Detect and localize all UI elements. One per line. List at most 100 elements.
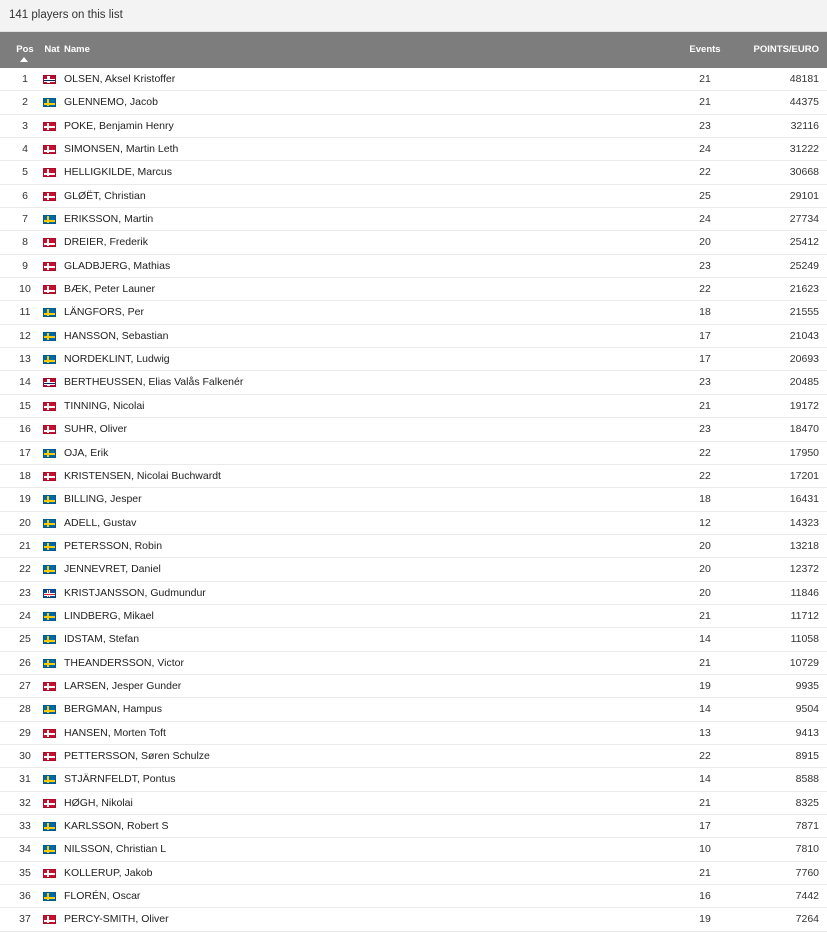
- row-player-name[interactable]: DREIER, Frederik: [64, 231, 148, 254]
- table-header: Pos Nat Name Events POINTS/EURO: [0, 32, 827, 68]
- row-player-name[interactable]: HELLIGKILDE, Marcus: [64, 161, 172, 184]
- row-player-name[interactable]: SUHR, Oliver: [64, 418, 127, 441]
- table-row[interactable]: 5 HELLIGKILDE, Marcus 22 30668: [0, 161, 827, 185]
- row-player-name[interactable]: JENNEVRET, Daniel: [64, 558, 161, 581]
- table-row[interactable]: 36 FLORÉN, Oscar 16 7442: [0, 885, 827, 909]
- table-row[interactable]: 30 PETTERSSON, Søren Schulze 22 8915: [0, 745, 827, 769]
- row-player-name[interactable]: BERGMAN, Hampus: [64, 698, 162, 721]
- row-player-name[interactable]: GLADBJERG, Mathias: [64, 255, 170, 278]
- norway-flag-icon: [43, 378, 56, 388]
- table-row[interactable]: 6 GLØËT, Christian 25 29101: [0, 185, 827, 209]
- table-row[interactable]: 9 GLADBJERG, Mathias 23 25249: [0, 255, 827, 279]
- table-row[interactable]: 7 ERIKSSON, Martin 24 27734: [0, 208, 827, 232]
- row-player-name[interactable]: LARSEN, Jesper Gunder: [64, 675, 181, 698]
- row-player-name[interactable]: OJA, Erik: [64, 442, 108, 465]
- row-points: 7871: [795, 820, 819, 832]
- row-player-name[interactable]: TINNING, Nicolai: [64, 395, 145, 418]
- table-row[interactable]: 22 JENNEVRET, Daniel 20 12372: [0, 558, 827, 582]
- sweden-flag-icon: [43, 541, 56, 551]
- row-events: 25: [699, 189, 711, 202]
- row-player-name[interactable]: ADELL, Gustav: [64, 512, 136, 535]
- row-player-name[interactable]: NILSSON, Christian L: [64, 838, 166, 861]
- row-player-name[interactable]: KRISTENSEN, Nicolai Buchwardt: [64, 465, 221, 488]
- row-player-name[interactable]: OLSEN, Aksel Kristoffer: [64, 68, 175, 91]
- column-header-nat[interactable]: Nat: [40, 32, 64, 68]
- table-row[interactable]: 18 KRISTENSEN, Nicolai Buchwardt 22 17201: [0, 465, 827, 489]
- table-row[interactable]: 35 KOLLERUP, Jakob 21 7760: [0, 862, 827, 886]
- table-row[interactable]: 17 OJA, Erik 22 17950: [0, 442, 827, 465]
- row-player-name[interactable]: SIMONSEN, Martin Leth: [64, 138, 178, 161]
- row-player-name[interactable]: KARLSSON, Robert S: [64, 815, 168, 838]
- row-player-name[interactable]: PETTERSSON, Søren Schulze: [64, 745, 210, 768]
- table-row[interactable]: 37 PERCY-SMITH, Oliver 19 7264: [0, 908, 827, 932]
- row-points: 8915: [795, 749, 819, 762]
- row-player-name[interactable]: BÆK, Peter Launer: [64, 278, 155, 301]
- table-row[interactable]: 23 KRISTJANSSON, Gudmundur 20 11846: [0, 582, 827, 605]
- iceland-flag-icon: [43, 588, 56, 598]
- table-row[interactable]: 26 THEANDERSSON, Victor 21 10729: [0, 652, 827, 675]
- table-row[interactable]: 1 OLSEN, Aksel Kristoffer 21 48181: [0, 68, 827, 92]
- table-row[interactable]: 4 SIMONSEN, Martin Leth 24 31222: [0, 138, 827, 162]
- table-row[interactable]: 27 LARSEN, Jesper Gunder 19 9935: [0, 675, 827, 699]
- row-player-name[interactable]: POKE, Benjamin Henry: [64, 115, 174, 138]
- denmark-flag-icon: [43, 401, 56, 411]
- table-row[interactable]: 2 GLENNEMO, Jacob 21 44375: [0, 91, 827, 115]
- row-player-name[interactable]: KOLLERUP, Jakob: [64, 862, 153, 885]
- denmark-flag-icon: [43, 728, 56, 738]
- row-nationality: [43, 892, 56, 902]
- row-player-name[interactable]: BILLING, Jesper: [64, 488, 142, 511]
- row-nationality: [43, 75, 56, 84]
- table-row[interactable]: 24 LINDBERG, Mikael 21 11712: [0, 605, 827, 629]
- row-player-name[interactable]: LÄNGFORS, Per: [64, 301, 144, 324]
- row-player-name[interactable]: STJÄRNFELDT, Pontus: [64, 768, 175, 791]
- row-player-name[interactable]: ERIKSSON, Martin: [64, 208, 153, 231]
- row-player-name[interactable]: THEANDERSSON, Victor: [64, 652, 184, 675]
- table-row[interactable]: 3 POKE, Benjamin Henry 23 32116: [0, 115, 827, 139]
- row-nationality: [43, 331, 56, 341]
- denmark-flag-icon: [43, 191, 56, 201]
- row-points: 19172: [789, 399, 819, 412]
- table-row[interactable]: 10 BÆK, Peter Launer 22 21623: [0, 278, 827, 302]
- row-player-name[interactable]: HANSSON, Sebastian: [64, 325, 168, 348]
- row-player-name[interactable]: GLENNEMO, Jacob: [64, 91, 158, 114]
- table-row[interactable]: 29 HANSEN, Morten Toft 13 9413: [0, 722, 827, 745]
- column-header-events[interactable]: Events: [660, 32, 750, 68]
- table-row[interactable]: 11 LÄNGFORS, Per 18 21555: [0, 301, 827, 325]
- table-row[interactable]: 19 BILLING, Jesper 18 16431: [0, 488, 827, 512]
- row-player-name[interactable]: IDSTAM, Stefan: [64, 628, 139, 651]
- row-player-name[interactable]: FLORÉN, Oscar: [64, 885, 140, 908]
- row-player-name[interactable]: BERTHEUSSEN, Elias Valås Falkenér: [64, 371, 243, 394]
- row-nationality: [43, 495, 56, 505]
- row-points: 21043: [789, 329, 819, 342]
- table-row[interactable]: 15 TINNING, Nicolai 21 19172: [0, 395, 827, 419]
- row-player-name[interactable]: PERCY-SMITH, Oliver: [64, 908, 169, 931]
- row-player-name[interactable]: HANSEN, Morten Toft: [64, 722, 166, 745]
- table-row[interactable]: 21 PETERSSON, Robin 20 13218: [0, 535, 827, 559]
- table-row[interactable]: 13 NORDEKLINT, Ludwig 17 20693: [0, 348, 827, 372]
- table-row[interactable]: 32 HØGH, Nikolai 21 8325: [0, 792, 827, 815]
- row-player-name[interactable]: NORDEKLINT, Ludwig: [64, 348, 170, 371]
- table-row[interactable]: 16 SUHR, Oliver 23 18470: [0, 418, 827, 442]
- row-player-name[interactable]: PETERSSON, Robin: [64, 535, 162, 558]
- row-events: 22: [699, 446, 711, 459]
- table-row[interactable]: 8 DREIER, Frederik 20 25412: [0, 231, 827, 255]
- column-header-name[interactable]: Name: [64, 32, 90, 68]
- row-player-name[interactable]: LINDBERG, Mikael: [64, 605, 154, 628]
- table-row[interactable]: 12 HANSSON, Sebastian 17 21043: [0, 325, 827, 349]
- table-row[interactable]: 31 STJÄRNFELDT, Pontus 14 8588: [0, 768, 827, 792]
- column-header-points[interactable]: POINTS/EURO: [754, 32, 819, 68]
- row-nationality: [43, 238, 56, 248]
- table-row[interactable]: 33 KARLSSON, Robert S 17 7871: [0, 815, 827, 839]
- table-row[interactable]: 14 BERTHEUSSEN, Elias Valås Falkenér 23 204…: [0, 371, 827, 395]
- row-events: 20: [699, 236, 711, 249]
- players-count: 141 players on this list: [9, 9, 123, 21]
- row-nationality: [43, 728, 56, 738]
- table-row[interactable]: 34 NILSSON, Christian L 10 7810: [0, 838, 827, 862]
- row-player-name[interactable]: KRISTJANSSON, Gudmundur: [64, 582, 206, 605]
- table-row[interactable]: 28 BERGMAN, Hampus 14 9504: [0, 698, 827, 722]
- row-player-name[interactable]: GLØËT, Christian: [64, 185, 146, 208]
- row-points: 27734: [789, 213, 819, 226]
- row-player-name[interactable]: HØGH, Nikolai: [64, 792, 133, 815]
- table-row[interactable]: 25 IDSTAM, Stefan 14 11058: [0, 628, 827, 652]
- table-row[interactable]: 20 ADELL, Gustav 12 14323: [0, 512, 827, 535]
